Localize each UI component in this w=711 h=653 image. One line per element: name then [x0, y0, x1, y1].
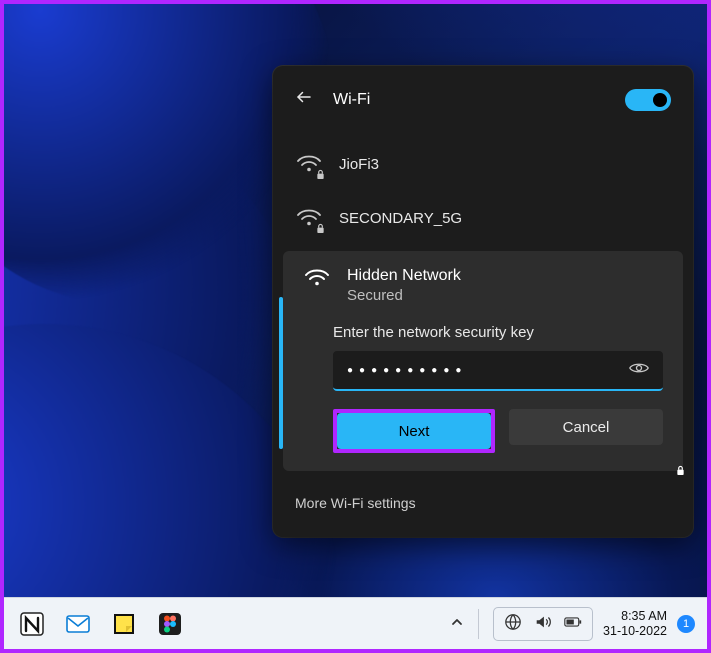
annotation-border: [0, 0, 711, 653]
